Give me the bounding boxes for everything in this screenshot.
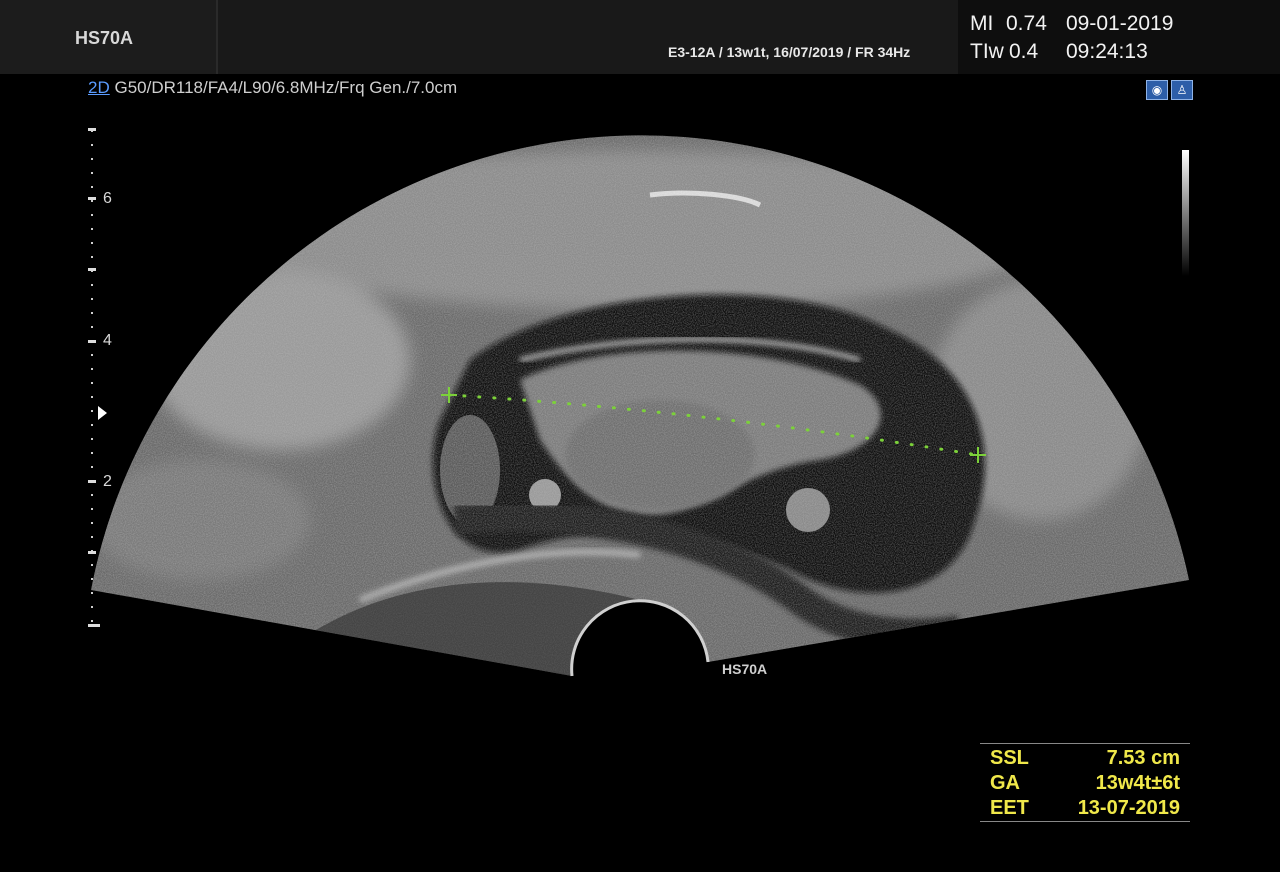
depth-scale — [88, 128, 100, 627]
result-eet: EET 13-07-2019 — [980, 797, 1190, 822]
result-ga: GA 13w4t±6t — [980, 772, 1190, 797]
grayscale-bar — [1182, 150, 1189, 276]
watermark: HS70A — [722, 661, 768, 677]
depth-label-4: 4 — [103, 332, 112, 349]
result-ssl: SSL 7.53 cm — [980, 747, 1190, 772]
focus-marker-icon[interactable] — [98, 406, 107, 420]
ultrasound-image — [88, 128, 1189, 677]
depth-label-2: 2 — [103, 473, 112, 490]
result-value: 7.53 cm — [1106, 747, 1180, 769]
result-key: SSL — [990, 747, 1029, 769]
depth-label-6: 6 — [103, 190, 112, 207]
result-value: 13w4t±6t — [1095, 772, 1180, 794]
result-key: GA — [990, 772, 1020, 794]
measurement-results: SSL 7.53 cm GA 13w4t±6t EET 13-07-2019 — [980, 743, 1190, 822]
result-key: EET — [990, 797, 1029, 819]
result-value: 13-07-2019 — [1077, 797, 1180, 819]
